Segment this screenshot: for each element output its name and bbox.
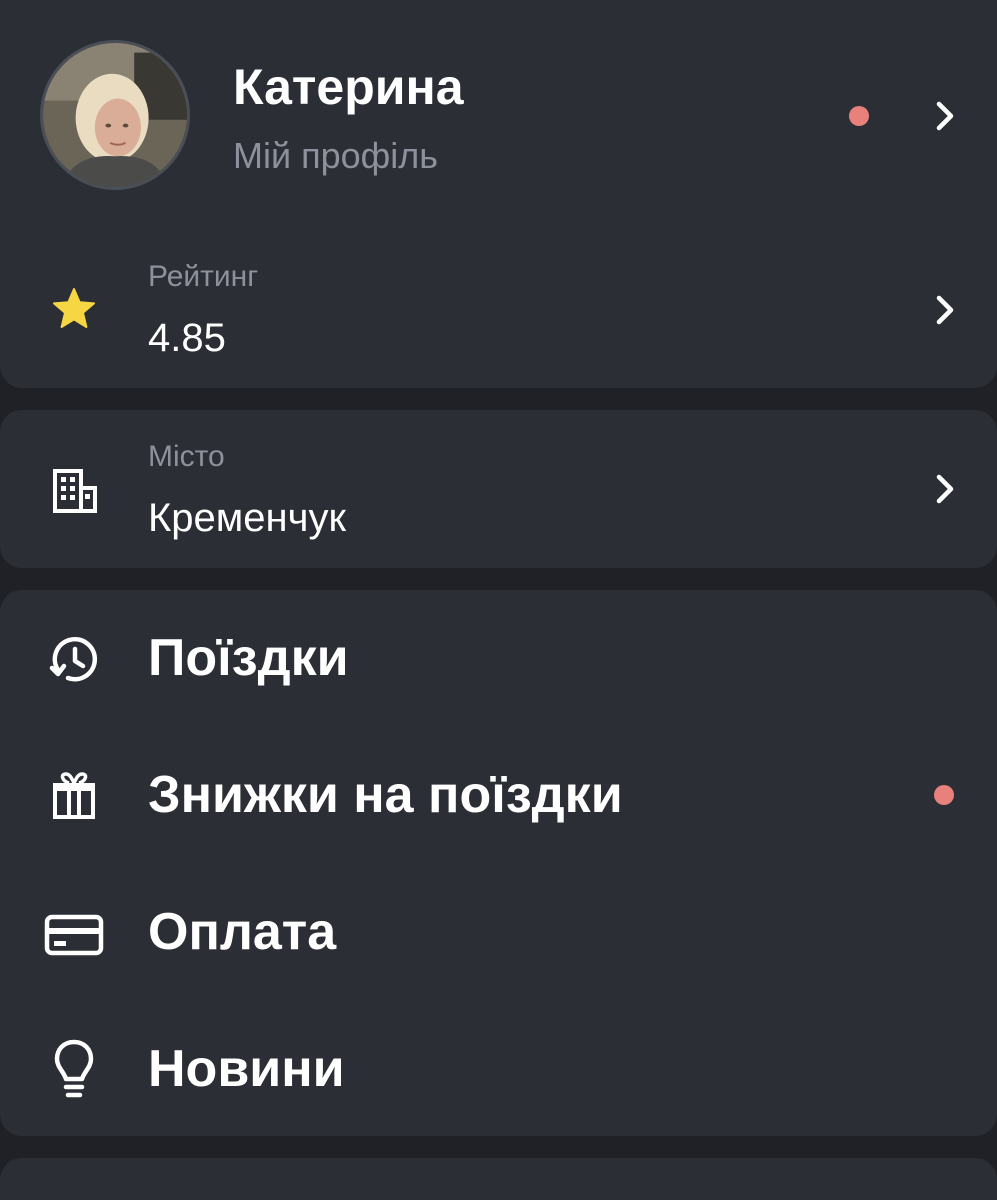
avatar-photo-icon xyxy=(43,43,187,187)
profile-row[interactable]: Катерина Мій профіль xyxy=(0,0,997,225)
rating-label: Рейтинг xyxy=(148,260,259,293)
menu-item-label: Поїздки xyxy=(148,629,349,687)
profile-name: Катерина xyxy=(233,59,464,115)
rating-row[interactable]: Рейтинг 4.85 xyxy=(0,240,997,388)
chevron-right-icon[interactable] xyxy=(930,96,960,136)
building-icon xyxy=(52,468,98,514)
profile-subtitle: Мій профіль xyxy=(233,135,439,176)
city-card[interactable]: Місто Кременчук xyxy=(0,410,997,568)
menu-item-payment[interactable]: Оплата xyxy=(0,864,997,1001)
menu-item-label: Знижки на поїздки xyxy=(148,766,623,824)
profile-notification-dot xyxy=(849,106,869,126)
history-icon xyxy=(48,634,100,686)
lightbulb-icon xyxy=(54,1039,94,1101)
city-value: Кременчук xyxy=(148,496,346,540)
menu-item-trips[interactable]: Поїздки xyxy=(0,590,997,727)
menu-item-news[interactable]: Новини xyxy=(0,1001,997,1138)
menu-screen: Катерина Мій профіль Рейтинг 4.85 Місто … xyxy=(0,0,997,1200)
discounts-notification-dot xyxy=(934,785,954,805)
city-label: Місто xyxy=(148,440,225,473)
chevron-right-icon[interactable] xyxy=(930,469,960,509)
menu-item-label: Оплата xyxy=(148,903,337,961)
rating-value: 4.85 xyxy=(148,316,226,360)
gift-icon xyxy=(50,771,98,821)
menu-item-label: Новини xyxy=(148,1040,345,1098)
star-icon xyxy=(50,285,98,333)
next-card xyxy=(0,1158,997,1200)
chevron-right-icon[interactable] xyxy=(930,290,960,330)
menu-card: Поїздки Знижки на поїздки Оплата Новини xyxy=(0,590,997,1136)
menu-item-discounts[interactable]: Знижки на поїздки xyxy=(0,727,997,864)
avatar[interactable] xyxy=(40,40,190,190)
credit-card-icon xyxy=(44,914,104,956)
profile-card: Катерина Мій профіль Рейтинг 4.85 xyxy=(0,0,997,388)
